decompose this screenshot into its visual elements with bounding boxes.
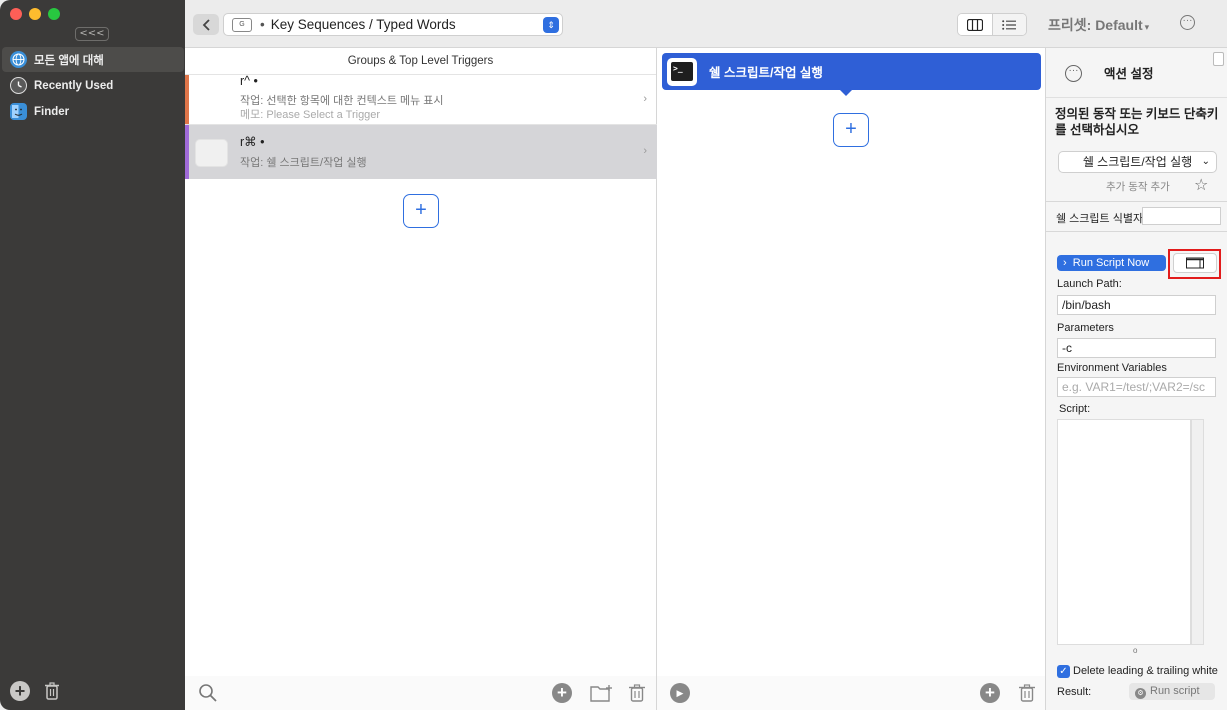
run-script-button[interactable]: ⚙ Run script xyxy=(1129,683,1215,700)
add-app-button[interactable]: + xyxy=(10,681,30,701)
triggers-header: Groups & Top Level Triggers xyxy=(185,48,656,75)
trigger-app-icon xyxy=(195,139,228,167)
add-trigger-footer-button[interactable]: + xyxy=(552,683,572,703)
chevron-right-icon: › xyxy=(643,145,647,157)
columns-view-button[interactable] xyxy=(958,14,993,35)
more-options-button[interactable]: ··· xyxy=(1180,15,1195,30)
action-item-selected[interactable]: >_ 쉘 스크립트/작업 실행 xyxy=(662,53,1041,90)
chevron-down-icon: ⌄ xyxy=(1201,156,1210,167)
chevron-right-icon: › xyxy=(643,93,647,105)
parameters-input[interactable]: -c xyxy=(1057,338,1216,358)
sidebar-item-finder[interactable]: Finder xyxy=(2,99,184,124)
back-button[interactable] xyxy=(193,14,219,35)
sidebar: <<< 모든 앱에 대해 Recently Used Finder + xyxy=(0,0,185,710)
trigger-row[interactable]: r^ • 작업: 선택한 항목에 대한 컨텍스트 메뉴 표시 메모: Pleas… xyxy=(185,74,657,125)
globe-icon xyxy=(10,51,27,68)
triggers-footer: + xyxy=(185,676,656,710)
caret-down-icon: ▾ xyxy=(1144,22,1150,32)
launch-path-input[interactable]: /bin/bash xyxy=(1057,295,1216,315)
sidebar-item-all-apps[interactable]: 모든 앱에 대해 xyxy=(2,47,184,72)
chevron-left-icon xyxy=(202,18,210,31)
zoom-window-button[interactable] xyxy=(48,8,60,20)
actions-panel: >_ 쉘 스크립트/작업 실행 + ▶ + xyxy=(657,48,1046,710)
scroll-indicator xyxy=(1213,52,1224,66)
search-icon[interactable] xyxy=(198,683,218,703)
environment-variables-label: Environment Variables xyxy=(1057,362,1167,374)
script-identifier-input[interactable] xyxy=(1142,207,1221,225)
list-view-button[interactable] xyxy=(992,14,1026,35)
terminal-icon: >_ xyxy=(667,57,697,86)
sidebar-item-label: Recently Used xyxy=(34,79,114,92)
trigger-category-select[interactable]: G • Key Sequences / Typed Words ⇕ xyxy=(223,13,563,36)
action-label: 쉘 스크립트/작업 실행 xyxy=(709,66,823,80)
sidebar-item-recently-used[interactable]: Recently Used xyxy=(2,73,184,98)
chevron-updown-icon: ⇕ xyxy=(543,17,559,33)
sidebar-item-label: Finder xyxy=(34,105,70,118)
trim-whitespace-checkbox[interactable]: ✓ xyxy=(1057,665,1070,678)
finder-icon xyxy=(10,103,27,120)
script-identifier-label: 쉘 스크립트 식별자 xyxy=(1056,213,1144,225)
sidebar-item-label: 모든 앱에 대해 xyxy=(34,54,104,67)
trigger-row-selected[interactable]: r⌘ • 작업: 쉘 스크립트/작업 실행 › xyxy=(185,125,657,179)
add-action-link[interactable]: 추가 동작 추가 xyxy=(1106,179,1170,194)
trigger-name: r⌘ • xyxy=(240,135,265,149)
new-folder-icon[interactable] xyxy=(590,684,613,703)
result-label: Result: xyxy=(1057,686,1092,698)
trash-icon[interactable] xyxy=(1018,683,1036,703)
trash-icon xyxy=(45,682,59,700)
add-action-footer-button[interactable]: + xyxy=(980,683,1000,703)
trim-whitespace-label: Delete leading & trailing white xyxy=(1073,665,1218,677)
actions-footer: ▶ + xyxy=(657,676,1045,710)
highlight-box xyxy=(1168,249,1221,279)
layout-toggle xyxy=(957,13,1027,36)
run-script-label: Run script xyxy=(1150,685,1200,697)
trigger-action: 작업: 쉘 스크립트/작업 실행 xyxy=(240,157,367,169)
run-script-now-button[interactable]: › Run Script Now xyxy=(1057,255,1166,271)
preset-selector[interactable]: 프리셋: Default ▾ xyxy=(1048,15,1149,35)
script-textarea[interactable] xyxy=(1057,419,1191,645)
delete-app-button[interactable] xyxy=(42,681,62,701)
chevron-right-icon: › xyxy=(1063,257,1067,269)
action-settings-panel: ··· 액션 설정 정의된 동작 또는 키보드 단축키를 선택하십시오 쉘 스크… xyxy=(1046,48,1227,710)
columns-icon xyxy=(966,18,983,31)
close-window-button[interactable] xyxy=(10,8,22,20)
action-select-section: 정의된 동작 또는 키보드 단축키를 선택하십시오 쉘 스크립트/작업 실행 ⌄… xyxy=(1046,98,1227,202)
play-actions-button[interactable]: ▶ xyxy=(670,683,690,703)
settings-title: 액션 설정 xyxy=(1104,67,1154,81)
resize-handle[interactable]: o xyxy=(1133,646,1137,655)
clock-icon xyxy=(10,77,27,94)
action-type-select[interactable]: 쉘 스크립트/작업 실행 ⌄ xyxy=(1058,151,1217,173)
action-select-prompt: 정의된 동작 또는 키보드 단축키를 선택하십시오 xyxy=(1055,107,1219,137)
settings-more-button[interactable]: ··· xyxy=(1065,65,1082,82)
settings-header: ··· 액션 설정 xyxy=(1046,48,1227,98)
sidebar-footer: + xyxy=(10,681,62,701)
toolbar: G • Key Sequences / Typed Words ⇕ 프리셋: D… xyxy=(185,0,1227,48)
favorite-star-icon[interactable]: ☆ xyxy=(1194,175,1208,195)
separator-dot: • xyxy=(260,17,265,32)
trigger-memo: 메모: Please Select a Trigger xyxy=(240,109,381,121)
trigger-name: r^ • xyxy=(240,74,258,88)
triggers-panel: Groups & Top Level Triggers r^ • 작업: 선택한… xyxy=(185,48,657,710)
trigger-color-stripe xyxy=(185,75,189,124)
trash-icon[interactable] xyxy=(628,683,646,703)
environment-variables-input[interactable]: e.g. VAR1=/test/;VAR2=/sc xyxy=(1057,377,1216,397)
add-trigger-button[interactable]: + xyxy=(403,194,439,228)
script-label: Script: xyxy=(1059,403,1091,415)
script-scrollbar[interactable] xyxy=(1191,419,1204,645)
run-script-now-label: Run Script Now xyxy=(1072,257,1150,269)
collapse-sidebar-button[interactable]: <<< xyxy=(75,27,109,41)
action-type-value: 쉘 스크립트/작업 실행 xyxy=(1082,155,1193,169)
add-action-button[interactable]: + xyxy=(833,113,869,147)
launch-path-label: Launch Path: xyxy=(1057,278,1122,290)
script-identifier-row: 쉘 스크립트 식별자 xyxy=(1046,202,1227,232)
gear-icon: ⚙ xyxy=(1135,688,1146,699)
minimize-window-button[interactable] xyxy=(29,8,41,20)
action-pointer xyxy=(839,89,853,96)
trigger-color-stripe xyxy=(185,125,189,179)
list-icon xyxy=(1002,19,1017,30)
parameters-label: Parameters xyxy=(1057,322,1114,334)
keyboard-icon: G xyxy=(232,17,252,32)
preset-label: 프리셋: Default xyxy=(1048,17,1143,33)
trigger-category-label: Key Sequences / Typed Words xyxy=(270,17,456,32)
